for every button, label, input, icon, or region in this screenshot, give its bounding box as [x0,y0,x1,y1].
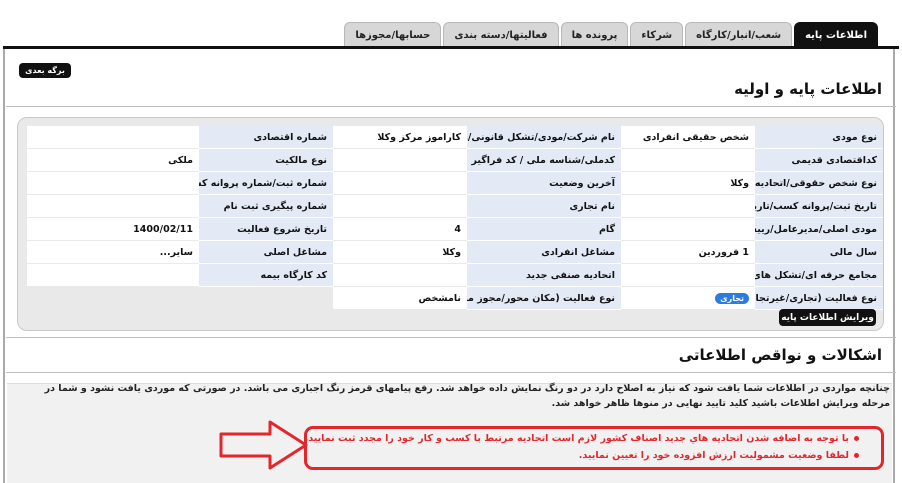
field-value: سایر... [27,241,199,264]
field-label: اتحادیه صنفی جدید [467,264,621,287]
field-value: 1 فروردین [621,241,755,264]
divider [6,106,896,107]
field-label: شماره ثبت/شماره پروانه کسب [199,172,333,195]
arrow-annotation [219,420,308,470]
field-value [621,264,755,287]
basic-info-grid: نوع مودی شخص حقیقی انفرادی نام شرکت/مودی/ت… [27,126,883,310]
field-value: 4 [333,218,467,241]
field-label: مشاغل اصلی [199,241,333,264]
tab-3[interactable]: پرونده ها [560,22,629,47]
divider [6,337,896,338]
field-value [27,264,199,287]
field-value: تجاری [621,287,755,310]
field-label: مودی اصلی/مدیرعامل/رییس دستگاه [755,218,883,241]
field-label: نوع مالکیت [199,149,333,172]
field-value [621,195,755,218]
status-badge: تجاری [715,292,749,304]
tab-0[interactable]: اطلاعات پایه [794,22,878,47]
tab-bar: اطلاعات پایه شعب/انبار/کارگاه شرکاء پرونده … [344,22,878,47]
field-value: نامشخص [333,287,467,310]
field-label: کداقتصادی قدیمی [755,149,883,172]
field-label: نام شرکت/مودی/تشکل قانونی/واحد صنفی [467,126,621,149]
edit-basic-info-button[interactable]: ویرایش اطلاعات پایه [779,309,876,326]
bullet-icon [854,436,859,441]
field-label: کدملی/شناسه ملی / کد فراگیر [467,149,621,172]
tab-5[interactable]: حسابها/مجوزها [344,22,442,47]
field-label: مجامع حرفه ای/تشکل های صنفی [755,264,883,287]
field-label: نوع فعالیت (مکان محور/مجوز محور) [467,287,621,310]
tab-2[interactable]: شرکاء [630,22,684,47]
field-label: سال مالی [755,241,883,264]
warning-text: لطفا وضعیت مشمولیت ارزش افزوده خود را تع… [578,450,849,461]
divider [6,372,896,373]
field-value: 1400/02/11 [27,218,199,241]
field-label: شماره پیگیری ثبت نام [199,195,333,218]
field-value [27,195,199,218]
tab-1[interactable]: شعب/انبار/کارگاه [685,22,793,47]
field-value: کاراموز مرکز وکلا [333,126,467,149]
field-label: تاریخ شروع فعالیت [199,218,333,241]
field-label: نوع مودی [755,126,883,149]
field-label: گام [467,218,621,241]
field-value [333,149,467,172]
warning-item: با توجه به اضافه شدن اتحادیه هاي جدید اص… [305,433,859,444]
field-label: نوع فعالیت (تجاری/غیرتجاری) [755,287,883,310]
field-label: تاریخ ثبت/پروانه کسب/تاریخ تاسیس [755,195,883,218]
field-value [621,149,755,172]
field-value [27,172,199,195]
field-value [333,264,467,287]
field-label: آخرین وضعیت [467,172,621,195]
field-value: وکلا [621,172,755,195]
field-value: ملکی [27,149,199,172]
field-value [27,126,199,149]
warning-item: لطفا وضعیت مشمولیت ارزش افزوده خود را تع… [579,450,859,461]
field-value [333,172,467,195]
field-label: مشاغل انفرادی [467,241,621,264]
field-label: کد کارگاه بیمه [199,264,333,287]
warning-box: با توجه به اضافه شدن اتحادیه هاي جدید اص… [304,426,884,470]
field-value [27,287,199,310]
field-value: وکلا [333,241,467,264]
field-label: نام تجاری [467,195,621,218]
field-label [199,287,333,310]
warning-text: با توجه به اضافه شدن اتحادیه هاي جدید اص… [304,433,849,444]
field-value [621,218,755,241]
bullet-icon [854,453,859,458]
next-tab-button[interactable]: برگه بعدی [19,63,71,78]
field-label: نوع شخص حقوقی/اتحادیه صنفی [755,172,883,195]
field-label: شماره اقتصادی [199,126,333,149]
field-value [333,195,467,218]
tab-4[interactable]: فعالیتها/دسته بندی [443,22,559,47]
section-title-issues: اشکالات و نواقص اطلاعاتی [678,346,882,364]
field-value: شخص حقیقی انفرادی [621,126,755,149]
section-title-basic-info: اطلاعات پایه و اولیه [734,80,882,98]
notes-paragraph: چنانچه مواردی در اطلاعات شما یافت شود که… [44,383,890,409]
